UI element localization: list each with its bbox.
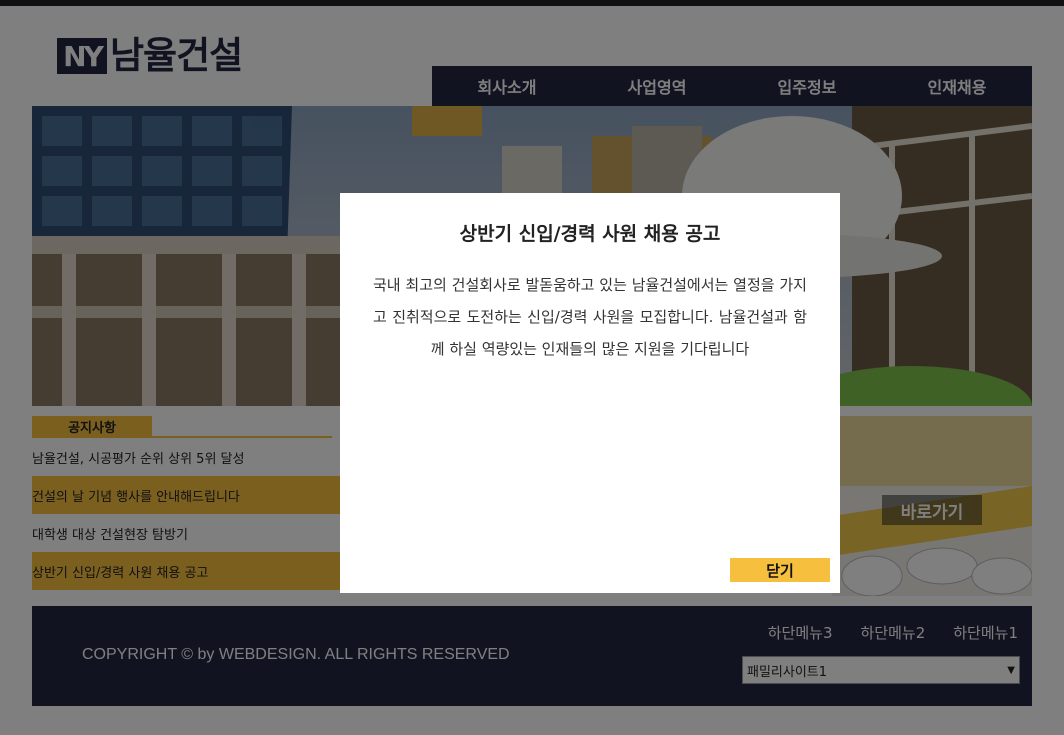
modal-title: 상반기 신입/경력 사원 채용 공고 <box>459 223 721 245</box>
close-button[interactable]: 닫기 <box>730 558 830 582</box>
recruit-modal: 상반기 신입/경력 사원 채용 공고 국내 최고의 건설회사로 발돋움하고 있는… <box>340 193 840 593</box>
modal-body: 국내 최고의 건설회사로 발돋움하고 있는 남율건설에서는 열정을 가지고 진취… <box>373 276 807 358</box>
